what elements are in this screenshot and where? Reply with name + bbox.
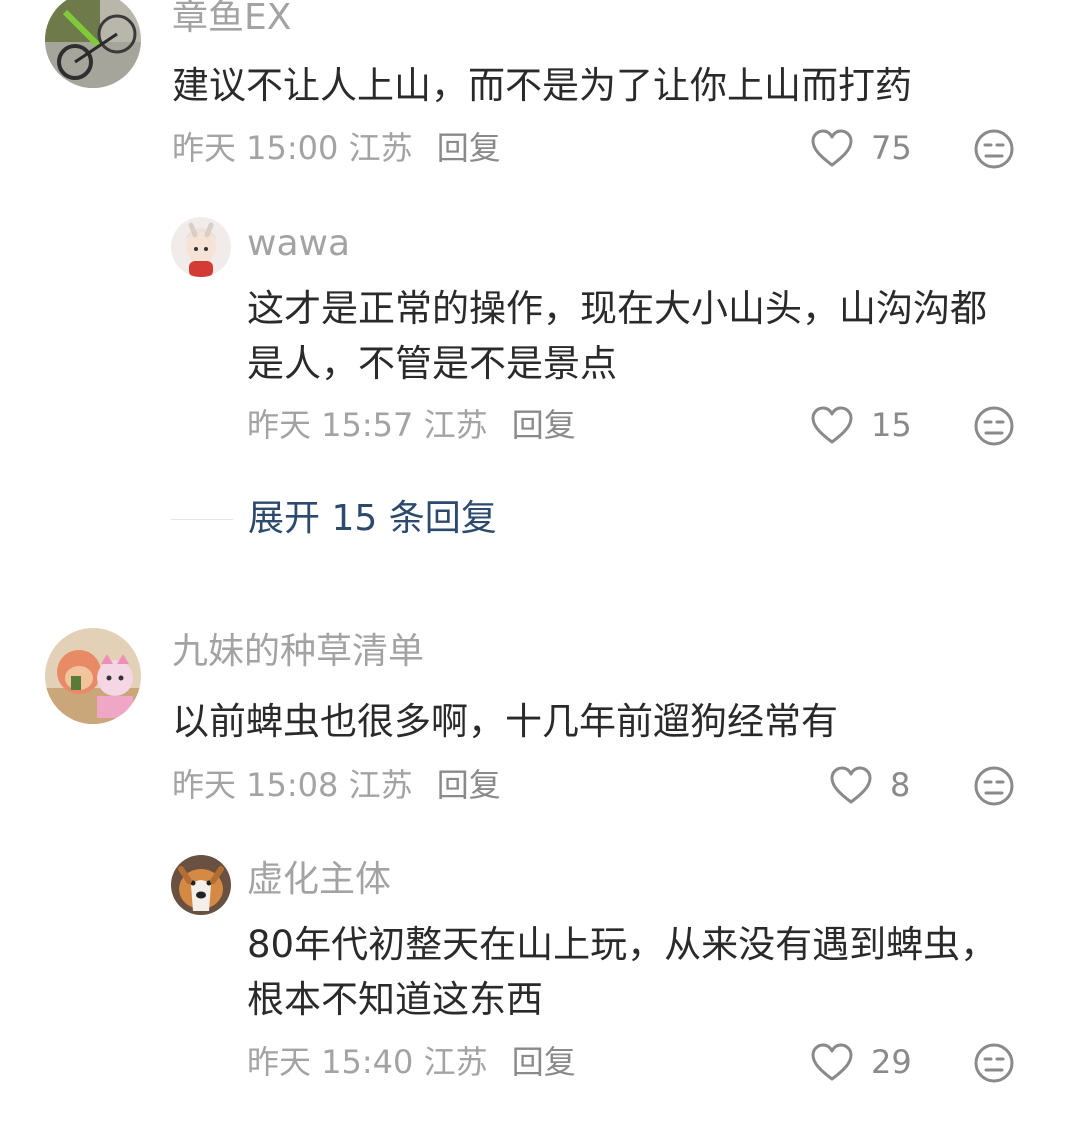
comment-time: 昨天 15:08 bbox=[172, 766, 339, 804]
expand-replies-link[interactable]: 展开 15 条回复 bbox=[248, 497, 497, 541]
reply-username[interactable]: wawa bbox=[247, 224, 350, 264]
reply-button[interactable]: 回复 bbox=[512, 406, 576, 444]
comment-time: 昨天 15:00 bbox=[172, 129, 339, 167]
comment-location: 江苏 bbox=[348, 129, 413, 167]
expand-divider bbox=[171, 519, 233, 520]
reply-username[interactable]: 虚化主体 bbox=[247, 860, 391, 900]
avatar[interactable] bbox=[171, 855, 231, 915]
comment-username[interactable]: 九妹的种草清单 bbox=[172, 632, 424, 672]
avatar[interactable] bbox=[45, 628, 141, 724]
reply-location: 江苏 bbox=[423, 1043, 488, 1081]
heart-outline-icon[interactable] bbox=[829, 766, 873, 806]
meh-face-icon[interactable] bbox=[973, 1042, 1015, 1084]
like-count: 15 bbox=[871, 406, 912, 444]
reply-button[interactable]: 回复 bbox=[512, 1043, 576, 1081]
reply-time: 昨天 15:57 bbox=[247, 406, 414, 444]
like-count: 75 bbox=[871, 129, 912, 167]
comment-location: 江苏 bbox=[348, 766, 413, 804]
reply-meta: 昨天 15:40 江苏 回复 bbox=[247, 1042, 576, 1082]
meh-face-icon[interactable] bbox=[973, 765, 1015, 807]
like-count: 29 bbox=[871, 1043, 912, 1081]
reply-meta: 昨天 15:57 江苏 回复 bbox=[247, 405, 576, 445]
reply-text: 80年代初整天在山上玩，从来没有遇到蜱虫，根本不知道这东西 bbox=[247, 923, 998, 1021]
comment-text: 以前蜱虫也很多啊，十几年前遛狗经常有 bbox=[172, 700, 838, 743]
like-count: 8 bbox=[890, 766, 911, 804]
reply-time: 昨天 15:40 bbox=[247, 1043, 414, 1081]
heart-outline-icon[interactable] bbox=[810, 1043, 854, 1083]
reply-button[interactable]: 回复 bbox=[437, 766, 501, 804]
comment-meta: 昨天 15:08 江苏 回复 bbox=[172, 765, 501, 805]
reply-location: 江苏 bbox=[423, 406, 488, 444]
reply-button[interactable]: 回复 bbox=[437, 129, 501, 167]
avatar[interactable] bbox=[45, 0, 141, 88]
meh-face-icon[interactable] bbox=[973, 128, 1015, 170]
heart-outline-icon[interactable] bbox=[810, 406, 854, 446]
comment-meta: 昨天 15:00 江苏 回复 bbox=[172, 128, 501, 168]
meh-face-icon[interactable] bbox=[973, 405, 1015, 447]
avatar[interactable] bbox=[171, 217, 231, 277]
heart-outline-icon[interactable] bbox=[810, 129, 854, 169]
reply-text: 这才是正常的操作，现在大小山头，山沟沟都是人，不管是不是景点 bbox=[247, 287, 987, 385]
comment-text: 建议不让人上山，而不是为了让你上山而打药 bbox=[172, 64, 912, 107]
comment-username[interactable]: 章鱼EX bbox=[172, 0, 291, 38]
